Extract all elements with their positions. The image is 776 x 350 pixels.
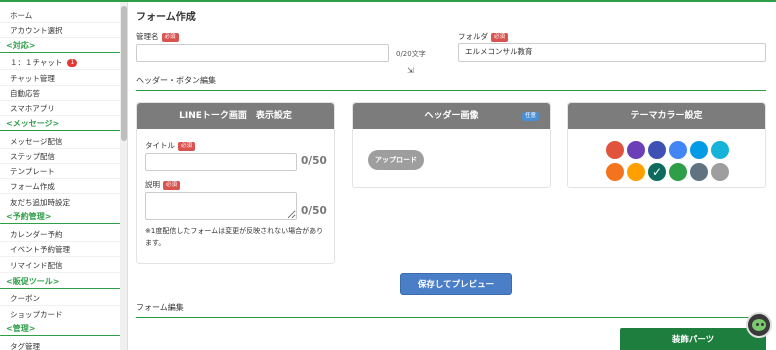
sidebar-item-template[interactable]: テンプレート — [0, 164, 120, 179]
delivery-note: ※1度配信したフォームは変更が反映されない場合があります。 — [145, 227, 324, 247]
desc-field-label: 説明 必須 — [145, 179, 181, 190]
color-swatch[interactable] — [669, 141, 687, 159]
sidebar-item-event[interactable]: イベント予約管理 — [0, 242, 120, 257]
color-swatch[interactable] — [690, 163, 708, 181]
header-button-section-title: ヘッダー・ボタン編集 — [136, 76, 216, 85]
required-badge: 必須 — [161, 32, 179, 42]
sidebar-item-tag-manage[interactable]: タグ管理 — [0, 339, 120, 350]
check-icon: ✓ — [651, 165, 663, 179]
sidebar-item-chat-manage[interactable]: チャット管理 — [0, 71, 120, 86]
sidebar-item-calendar[interactable]: カレンダー予約 — [0, 227, 120, 242]
color-swatch[interactable] — [606, 141, 624, 159]
form-edit-section-title: フォーム編集 — [136, 303, 184, 312]
sidebar-item-form-create[interactable]: フォーム作成 — [0, 179, 120, 194]
theme-color-card-title: テーマカラー設定 — [568, 103, 765, 129]
line-description-textarea[interactable] — [145, 192, 297, 220]
sidebar-section-manage: <管理> — [0, 321, 120, 336]
sidebar-item-step-delivery[interactable]: ステップ配信 — [0, 149, 120, 164]
sidebar-section-reservation: <予約管理> — [0, 209, 120, 224]
required-badge: 必須 — [178, 141, 196, 151]
sidebar-item-chat-label: １：１チャット — [10, 58, 63, 67]
sidebar-item-account[interactable]: アカウント選択 — [0, 23, 120, 38]
sidebar-item-friend-add-setting[interactable]: 友だち追加時設定 — [0, 195, 120, 210]
sidebar-item-home[interactable]: ホーム — [0, 8, 120, 23]
required-badge: 必須 — [163, 180, 181, 190]
admin-name-label: 管理名 必須 — [136, 31, 179, 42]
sidebar-item-remind[interactable]: リマインド配信 — [0, 258, 120, 273]
description-counter: 0/50 — [301, 205, 327, 217]
sidebar-item-shopcard[interactable]: ショップカード — [0, 307, 120, 322]
mouse-cursor-icon: ⇲ — [407, 66, 414, 75]
title-counter: 0/50 — [301, 155, 327, 167]
color-swatch[interactable] — [606, 163, 624, 181]
upload-button[interactable]: アップロード — [368, 150, 424, 170]
line-talk-card-title: LINEトーク画面 表示設定 — [137, 103, 334, 129]
header-image-card: ヘッダー画像 任意 アップロード — [352, 102, 551, 188]
color-swatch[interactable] — [627, 163, 645, 181]
page-title: フォーム作成 — [136, 12, 196, 23]
optional-badge: 任意 — [522, 112, 540, 121]
section-divider — [136, 90, 766, 91]
required-badge: 必須 — [491, 32, 509, 42]
color-swatch[interactable] — [711, 141, 729, 159]
sidebar-item-coupon[interactable]: クーポン — [0, 291, 120, 306]
admin-name-counter: 0/20文字 — [396, 50, 426, 58]
unread-badge: 1 — [67, 59, 78, 67]
folder-label: フォルダ 必須 — [458, 31, 509, 42]
save-preview-button[interactable]: 保存してプレビュー — [400, 273, 512, 295]
color-swatch[interactable] — [690, 141, 708, 159]
color-swatch[interactable] — [627, 141, 645, 159]
sidebar-item-smartphone-app[interactable]: スマホアプリ — [0, 101, 120, 116]
sidebar-section-message: <メッセージ> — [0, 116, 120, 131]
sidebar-item-message-delivery[interactable]: メッセージ配信 — [0, 134, 120, 149]
color-swatch[interactable] — [669, 163, 687, 181]
theme-color-card: テーマカラー設定 ✓ — [567, 102, 766, 188]
line-talk-settings-card: LINEトーク画面 表示設定 タイトル 必須 0/50 説明 必須 0/50 ※1度… — [136, 102, 335, 264]
color-swatch[interactable] — [711, 163, 729, 181]
admin-name-input[interactable] — [136, 44, 389, 62]
sidebar-scrollbar-thumb[interactable] — [121, 6, 127, 141]
color-swatch[interactable] — [648, 141, 666, 159]
desc-field-label-text: 説明 — [145, 180, 160, 189]
chat-support-icon[interactable] — [746, 312, 772, 338]
title-field-label-text: タイトル — [145, 141, 175, 150]
color-swatch[interactable]: ✓ — [648, 163, 666, 181]
admin-name-label-text: 管理名 — [136, 32, 159, 41]
header-image-card-title: ヘッダー画像 — [353, 103, 550, 129]
mascot-eye-icon — [761, 323, 764, 326]
section-divider — [136, 317, 766, 318]
mascot-eye-icon — [756, 323, 759, 326]
folder-label-text: フォルダ — [458, 32, 488, 41]
folder-select[interactable]: エルメコンサル教育 — [458, 43, 766, 62]
decor-parts-button[interactable]: 装飾パーツ — [620, 328, 766, 350]
title-field-label: タイトル 必須 — [145, 140, 196, 151]
sidebar-section-promo: <販促ツール> — [0, 274, 120, 289]
sidebar-item-chat[interactable]: １：１チャット 1 — [0, 55, 120, 70]
sidebar-item-auto-reply[interactable]: 自動応答 — [0, 86, 120, 101]
main-content: フォーム作成 管理名 必須 0/20文字 フォルダ 必須 エルメコンサル教育 ⇲ ヘ… — [128, 2, 776, 350]
line-title-input[interactable] — [145, 153, 297, 171]
sidebar-section-response: <対応> — [0, 38, 120, 53]
sidebar: ホーム アカウント選択 <対応> １：１チャット 1 チャット管理 自動応答 スマ… — [0, 2, 128, 350]
